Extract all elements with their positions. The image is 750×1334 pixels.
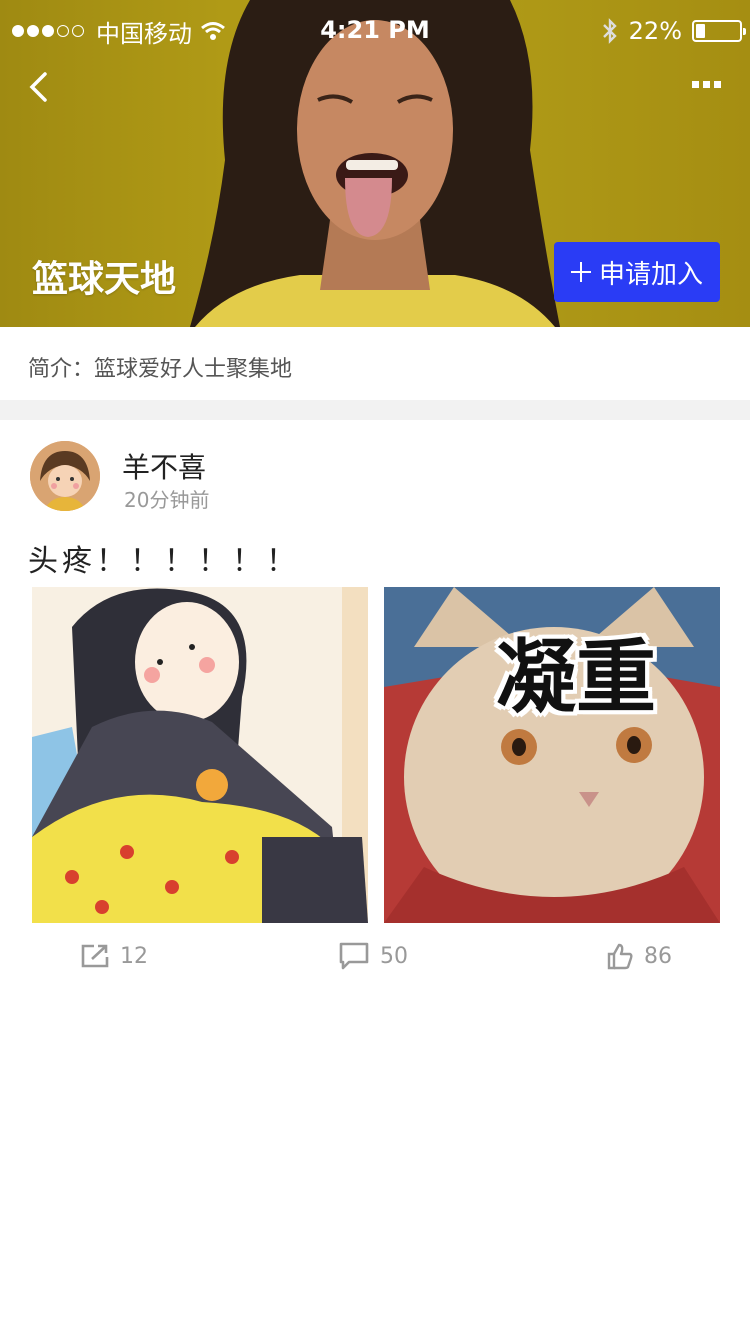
bluetooth-icon <box>602 18 617 44</box>
group-title: 篮球天地 <box>32 259 177 300</box>
group-header: 中国移动 4:21 PM 22% 篮球天地 申请加入 <box>0 0 750 327</box>
post-actions: 12 50 86 <box>0 938 750 978</box>
meme-caption: 凝重 <box>496 631 656 724</box>
like-action[interactable]: 86 <box>606 938 672 974</box>
comment-action[interactable]: 50 <box>338 938 408 974</box>
post-image-illustration[interactable] <box>32 587 368 923</box>
post-text: 头疼！！！！！！ <box>28 544 300 579</box>
section-divider <box>0 400 750 420</box>
post-time: 20分钟前 <box>124 488 210 512</box>
comment-icon <box>339 942 369 970</box>
group-intro: 简介：篮球爱好人士聚集地 <box>0 327 750 400</box>
share-action[interactable]: 12 <box>80 938 148 974</box>
comment-count: 50 <box>380 943 408 969</box>
share-icon <box>81 944 109 968</box>
battery-icon <box>692 20 746 42</box>
group-intro-text: 简介：篮球爱好人士聚集地 <box>28 357 293 382</box>
like-icon <box>607 943 633 970</box>
avatar[interactable] <box>30 441 100 511</box>
join-button-label: 申请加入 <box>598 259 703 290</box>
share-count: 12 <box>120 943 148 969</box>
back-icon[interactable] <box>22 70 56 104</box>
like-count: 86 <box>644 943 672 969</box>
battery-percent: 22% <box>628 17 682 45</box>
post-image-cat-meme[interactable]: 凝重 <box>384 587 720 923</box>
plus-icon <box>570 262 591 282</box>
author-name[interactable]: 羊不喜 <box>122 446 206 486</box>
status-bar: 中国移动 4:21 PM 22% <box>0 0 750 62</box>
more-icon[interactable] <box>692 78 722 92</box>
join-group-button[interactable]: 申请加入 <box>554 242 720 302</box>
